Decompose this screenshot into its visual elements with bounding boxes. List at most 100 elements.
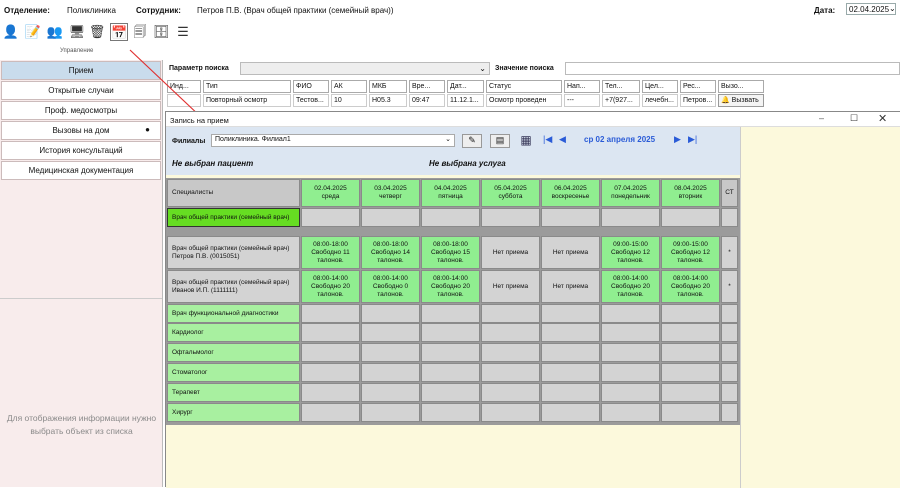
schedule-cell[interactable] [541,383,600,402]
specialty-group[interactable]: Врач общей практики (семейный врач) [167,208,300,227]
schedule-cell[interactable] [421,363,480,382]
schedule-cell[interactable] [661,343,720,362]
table-cell[interactable]: 10 [331,94,367,107]
column-header[interactable]: Цел... [642,80,678,93]
search-param-select[interactable]: ⌄ [240,62,490,75]
column-header[interactable]: АК [331,80,367,93]
schedule-cell[interactable]: 09:00-15:00 Свободно 12 талонов. [661,236,720,269]
schedule-cell[interactable] [601,208,660,227]
schedule-cell[interactable] [541,323,600,342]
doctor-name[interactable]: Врач общей практики (семейный врач) Иван… [167,270,300,303]
column-header[interactable]: Нап... [564,80,600,93]
schedule-cell[interactable] [541,363,600,382]
schedule-cell[interactable]: Нет приема [481,270,540,303]
schedule-cell[interactable] [361,323,420,342]
table-cell[interactable]: 11.12.1... [447,94,484,107]
schedule-cell[interactable] [301,403,360,422]
column-header[interactable]: Вре... [409,80,445,93]
specialty-group[interactable]: Офтальмолог [167,343,300,362]
table-cell[interactable]: Петров... [680,94,716,107]
column-header[interactable]: Тел... [602,80,640,93]
schedule-cell[interactable] [361,383,420,402]
specialty-group[interactable]: Терапевт [167,383,300,402]
table-cell[interactable]: лечебн... [642,94,678,107]
day-header[interactable]: 04.04.2025 пятница [421,179,480,207]
schedule-cell[interactable] [481,363,540,382]
schedule-cell[interactable]: 08:00-14:00 Свободно 20 талонов. [661,270,720,303]
list-icon[interactable]: ☰ [174,23,192,41]
schedule-cell[interactable] [661,363,720,382]
nav-item-consult-history[interactable]: История консультаций [1,141,161,160]
schedule-cell[interactable] [421,208,480,227]
close-icon[interactable]: ✕ [878,112,887,125]
column-header[interactable]: Дат... [447,80,484,93]
first-page-icon[interactable]: |◀ [543,134,552,145]
schedule-cell[interactable]: 08:00-18:00 Свободно 11 талонов. [301,236,360,269]
schedule-cell[interactable] [301,323,360,342]
schedule-cell[interactable] [421,403,480,422]
schedule-cell[interactable] [661,304,720,323]
calendar-grid-icon[interactable]: ▦ [516,133,536,149]
schedule-cell[interactable]: Нет приема [541,236,600,269]
table-cell[interactable]: H05.3 [369,94,407,107]
schedule-cell[interactable]: 08:00-14:00 Свободно 20 талонов. [421,270,480,303]
user-group-icon[interactable]: 👥 [46,23,64,41]
schedule-cell[interactable]: 08:00-14:00 Свободно 20 талонов. [601,270,660,303]
schedule-cell[interactable] [421,343,480,362]
specialty-group[interactable]: Кардиолог [167,323,300,342]
schedule-cell[interactable] [301,383,360,402]
schedule-cell[interactable] [301,343,360,362]
maximize-icon[interactable]: ☐ [850,113,858,124]
column-header[interactable]: Тип [203,80,291,93]
schedule-cell[interactable] [421,323,480,342]
schedule-cell[interactable] [601,383,660,402]
search-value-input[interactable] [565,62,900,75]
schedule-cell[interactable] [361,343,420,362]
specialty-group[interactable]: Стоматолог [167,363,300,382]
nav-item-medical-docs[interactable]: Медицинская документация [1,161,161,180]
schedule-cell[interactable]: Нет приема [541,270,600,303]
schedule-cell[interactable] [601,323,660,342]
schedule-cell[interactable] [601,363,660,382]
schedule-cell[interactable] [661,323,720,342]
edit-icon[interactable]: ✎ [462,134,482,148]
day-header[interactable]: 07.04.2025 понедельник [601,179,660,207]
schedule-cell[interactable]: 08:00-18:00 Свободно 14 талонов. [361,236,420,269]
last-page-icon[interactable]: ▶| [688,134,697,145]
column-header[interactable]: МКБ [369,80,407,93]
archive-icon[interactable]: 🗄 [152,23,170,41]
schedule-cell[interactable] [661,383,720,402]
schedule-cell[interactable] [601,403,660,422]
minimize-icon[interactable]: – [819,113,824,123]
schedule-cell[interactable]: 08:00-14:00 Свободно 0 талонов. [361,270,420,303]
save-icon[interactable]: ▤ [490,134,510,148]
day-header[interactable]: 06.04.2025 воскресенье [541,179,600,207]
schedule-cell[interactable] [481,383,540,402]
table-cell[interactable]: Тестов... [293,94,329,107]
monitor-icon[interactable]: 🖥 [68,23,86,41]
schedule-cell[interactable] [481,403,540,422]
schedule-cell[interactable] [361,304,420,323]
schedule-cell[interactable] [361,363,420,382]
schedule-cell[interactable] [601,343,660,362]
schedule-cell[interactable] [601,304,660,323]
day-header[interactable]: 03.04.2025 четверг [361,179,420,207]
schedule-cell[interactable] [661,403,720,422]
table-cell[interactable]: --- [564,94,600,107]
column-header[interactable]: Рес... [680,80,716,93]
next-icon[interactable]: ▶ [674,134,681,145]
user-search-icon[interactable]: 👤 [2,23,20,41]
schedule-cell[interactable] [481,343,540,362]
schedule-cell[interactable] [301,304,360,323]
specialty-group[interactable]: Врач функциональной диагностики [167,304,300,323]
schedule-cell[interactable] [481,208,540,227]
schedule-cell[interactable] [541,208,600,227]
schedule-cell[interactable]: Нет приема [481,236,540,269]
trash-icon[interactable]: 🗑 [88,23,106,41]
specialty-group[interactable]: Хирург [167,403,300,422]
column-header[interactable]: Статус [486,80,562,93]
day-header[interactable]: 05.04.2025 суббота [481,179,540,207]
document-edit-icon[interactable]: 📝 [24,23,42,41]
schedule-cell[interactable] [301,208,360,227]
date-picker[interactable]: 02.04.2025 ⌄ [846,3,896,15]
